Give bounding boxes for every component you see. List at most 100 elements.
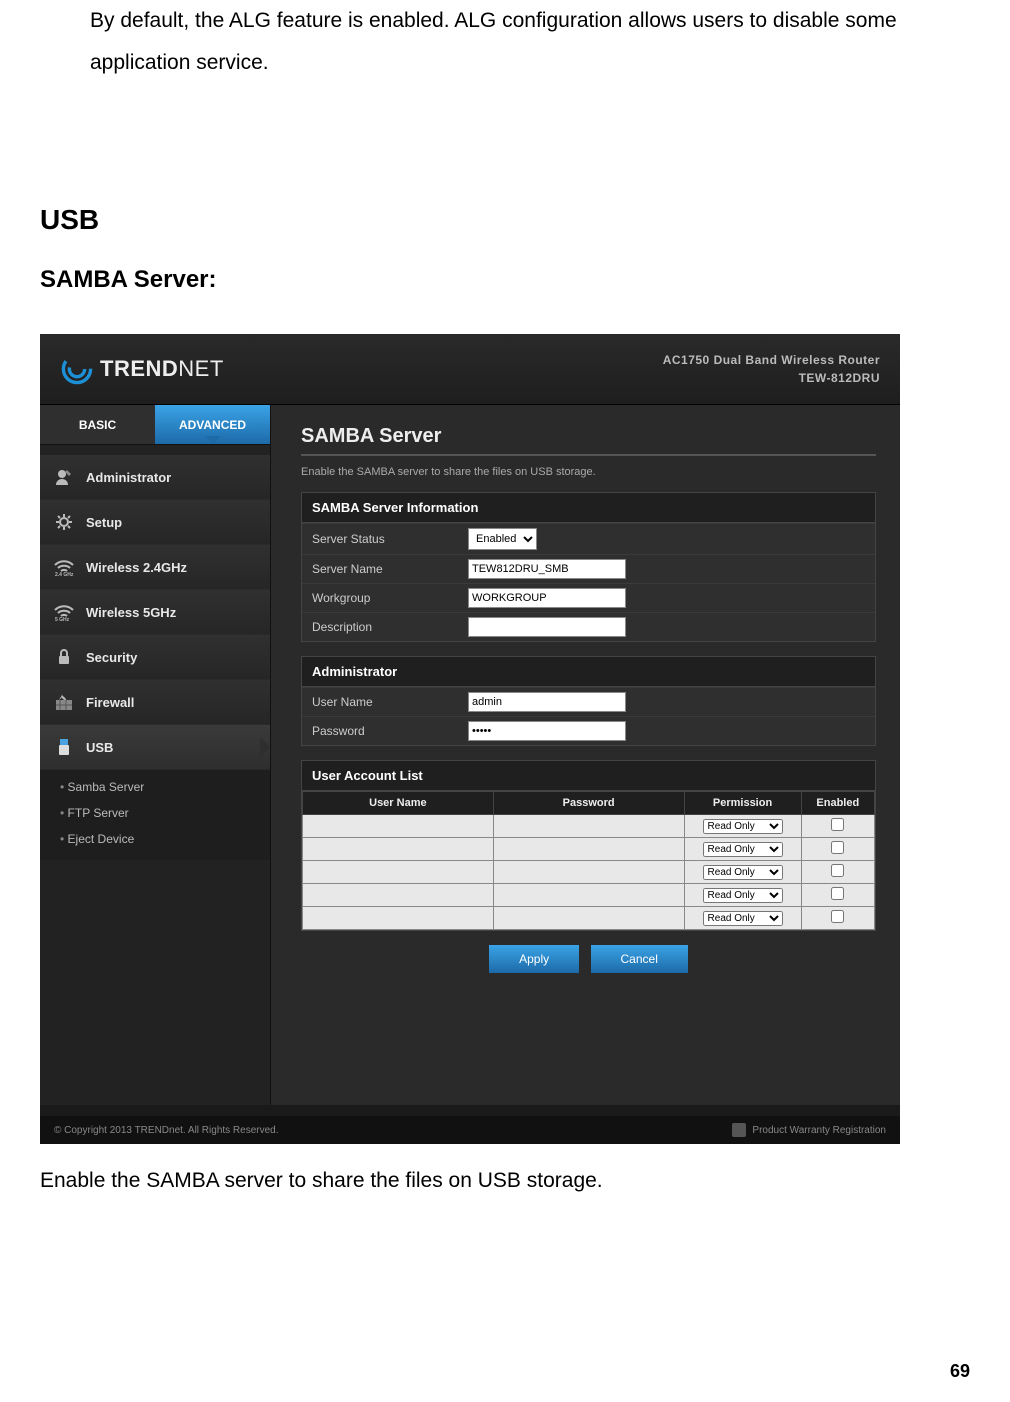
server-name-label: Server Name xyxy=(302,556,462,582)
description-label: Description xyxy=(302,614,462,640)
main-panel: SAMBA Server Enable the SAMBA server to … xyxy=(271,405,900,1105)
table-row: Read Only xyxy=(303,861,875,884)
copyright-text: © Copyright 2013 TRENDnet. All Rights Re… xyxy=(54,1125,279,1136)
usb-submenu: Samba Server FTP Server Eject Device xyxy=(40,770,270,860)
samba-info-panel: SAMBA Server Information Server Status E… xyxy=(301,492,876,642)
brand-logo: TRENDNET xyxy=(60,352,224,386)
warranty-link[interactable]: Product Warranty Registration xyxy=(732,1123,886,1137)
model-line2: TEW-812DRU xyxy=(663,369,880,387)
nav-wireless-24[interactable]: 2.4 GHz Wireless 2.4GHz xyxy=(40,545,270,590)
acct-username-input[interactable] xyxy=(310,889,487,902)
router-footer: © Copyright 2013 TRENDnet. All Rights Re… xyxy=(40,1116,900,1144)
acct-username-input[interactable] xyxy=(310,843,487,856)
page-title: SAMBA Server xyxy=(301,425,876,456)
server-status-select[interactable]: Enabled xyxy=(468,528,537,550)
svg-text:2.4 GHz: 2.4 GHz xyxy=(55,572,74,577)
mode-tabs: BASIC ADVANCED xyxy=(40,405,270,445)
admin-password-input[interactable] xyxy=(468,721,626,741)
nav-label: Administrator xyxy=(86,470,171,485)
wifi-icon: 2.4 GHz xyxy=(52,555,76,579)
sidebar: BASIC ADVANCED Administrator Setup 2.4 G… xyxy=(40,405,271,1105)
cancel-button[interactable]: Cancel xyxy=(591,945,688,973)
admin-password-label: Password xyxy=(302,718,462,744)
brand-text: TRENDNET xyxy=(100,356,224,382)
nav-wireless-5[interactable]: 5 GHz Wireless 5GHz xyxy=(40,590,270,635)
user-wrench-icon xyxy=(52,465,76,489)
col-password: Password xyxy=(493,792,684,815)
screenshot-caption: Enable the SAMBA server to share the fil… xyxy=(40,1169,970,1193)
acct-username-input[interactable] xyxy=(310,912,487,925)
subnav-ftp-server[interactable]: FTP Server xyxy=(40,800,270,826)
nav-label: Wireless 2.4GHz xyxy=(86,560,187,575)
acct-enabled-checkbox[interactable] xyxy=(831,818,844,831)
panel-heading: SAMBA Server Information xyxy=(302,493,875,523)
nav-administrator[interactable]: Administrator xyxy=(40,455,270,500)
nav-usb[interactable]: USB xyxy=(40,725,270,770)
workgroup-label: Workgroup xyxy=(302,585,462,611)
page-number: 69 xyxy=(950,1361,970,1382)
nav-label: Wireless 5GHz xyxy=(86,605,176,620)
col-username: User Name xyxy=(303,792,494,815)
acct-permission-select[interactable]: Read Only xyxy=(703,911,783,926)
lock-icon xyxy=(52,645,76,669)
acct-username-input[interactable] xyxy=(310,820,487,833)
tab-advanced[interactable]: ADVANCED xyxy=(155,405,270,445)
model-info: AC1750 Dual Band Wireless Router TEW-812… xyxy=(663,351,880,387)
trendnet-swirl-icon xyxy=(60,352,94,386)
acct-enabled-checkbox[interactable] xyxy=(831,841,844,854)
workgroup-input[interactable] xyxy=(468,588,626,608)
apply-button[interactable]: Apply xyxy=(489,945,579,973)
acct-permission-select[interactable]: Read Only xyxy=(703,865,783,880)
panel-heading: User Account List xyxy=(302,761,875,791)
admin-username-input[interactable] xyxy=(468,692,626,712)
intro-paragraph: By default, the ALG feature is enabled. … xyxy=(90,0,900,84)
acct-enabled-checkbox[interactable] xyxy=(831,910,844,923)
panel-heading: Administrator xyxy=(302,657,875,687)
acct-enabled-checkbox[interactable] xyxy=(831,887,844,900)
nav-label: USB xyxy=(86,740,113,755)
nav-firewall[interactable]: Firewall xyxy=(40,680,270,725)
model-line1: AC1750 Dual Band Wireless Router xyxy=(663,351,880,369)
user-account-panel: User Account List User Name Password Per… xyxy=(301,760,876,931)
nav-label: Setup xyxy=(86,515,122,530)
acct-enabled-checkbox[interactable] xyxy=(831,864,844,877)
table-row: Read Only xyxy=(303,884,875,907)
table-row: Read Only xyxy=(303,838,875,861)
acct-permission-select[interactable]: Read Only xyxy=(703,888,783,903)
admin-username-label: User Name xyxy=(302,689,462,715)
wifi-icon: 5 GHz xyxy=(52,600,76,624)
acct-password-input[interactable] xyxy=(500,912,677,925)
subnav-samba-server[interactable]: Samba Server xyxy=(40,774,270,800)
nav-label: Security xyxy=(86,650,137,665)
tab-basic[interactable]: BASIC xyxy=(40,405,155,445)
acct-password-input[interactable] xyxy=(500,843,677,856)
router-ui-screenshot: TRENDNET AC1750 Dual Band Wireless Route… xyxy=(40,334,900,1144)
usb-icon xyxy=(52,735,76,759)
router-header: TRENDNET AC1750 Dual Band Wireless Route… xyxy=(40,334,900,405)
server-name-input[interactable] xyxy=(468,559,626,579)
col-permission: Permission xyxy=(684,792,801,815)
server-status-label: Server Status xyxy=(302,526,462,552)
user-account-table: User Name Password Permission Enabled Re… xyxy=(302,791,875,930)
gear-icon xyxy=(52,510,76,534)
acct-username-input[interactable] xyxy=(310,866,487,879)
table-row: Read Only xyxy=(303,815,875,838)
warranty-label: Product Warranty Registration xyxy=(752,1125,886,1136)
heading-samba-server: SAMBA Server: xyxy=(40,266,970,294)
subnav-eject-device[interactable]: Eject Device xyxy=(40,826,270,852)
svg-text:5 GHz: 5 GHz xyxy=(55,617,70,622)
nav-label: Firewall xyxy=(86,695,134,710)
nav-security[interactable]: Security xyxy=(40,635,270,680)
acct-password-input[interactable] xyxy=(500,820,677,833)
acct-permission-select[interactable]: Read Only xyxy=(703,842,783,857)
document-icon xyxy=(732,1123,746,1137)
acct-password-input[interactable] xyxy=(500,889,677,902)
table-row: Read Only xyxy=(303,907,875,930)
acct-permission-select[interactable]: Read Only xyxy=(703,819,783,834)
description-input[interactable] xyxy=(468,617,626,637)
acct-password-input[interactable] xyxy=(500,866,677,879)
heading-usb: USB xyxy=(40,204,970,236)
nav-setup[interactable]: Setup xyxy=(40,500,270,545)
page-description: Enable the SAMBA server to share the fil… xyxy=(301,466,876,478)
firewall-icon xyxy=(52,690,76,714)
